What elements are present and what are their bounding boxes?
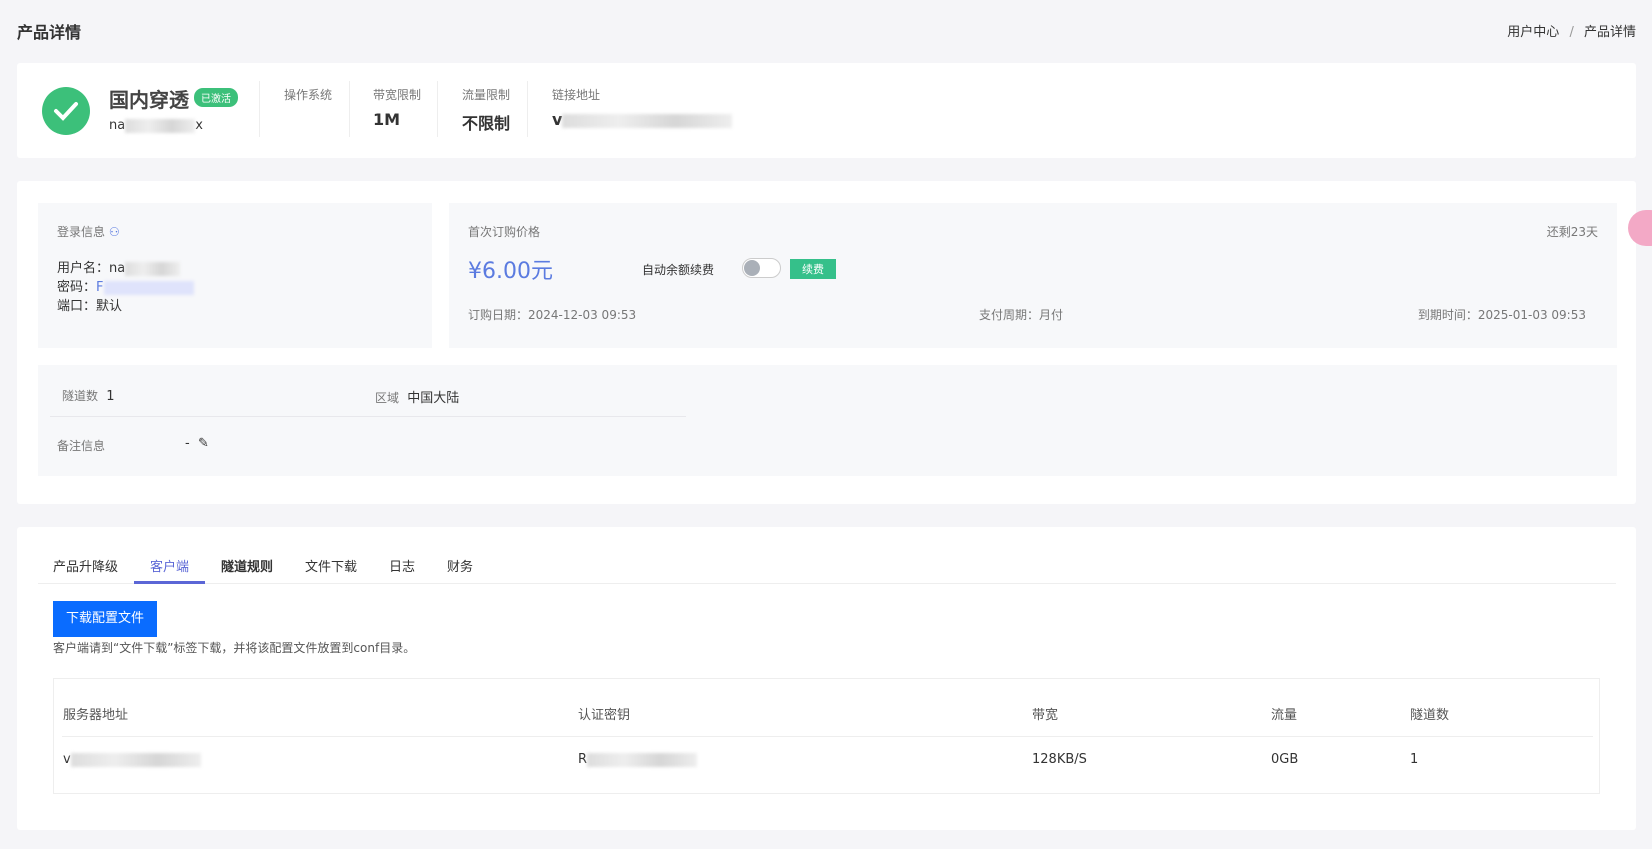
edit-icon[interactable]: ✎ bbox=[198, 436, 209, 451]
tab-log[interactable]: 日志 bbox=[389, 556, 415, 575]
pay-cycle: 支付周期：月付 bbox=[979, 308, 1064, 322]
product-summary-card: 国内穿透 已激活 na x 操作系统 带宽限制 1M 流量限制 不限制 链接地址 … bbox=[17, 63, 1636, 158]
header-server: 服务器地址 bbox=[63, 708, 129, 723]
link-label: 链接地址 bbox=[552, 88, 601, 102]
check-circle-icon bbox=[42, 87, 90, 135]
price-box: 首次订购价格 还剩23天 ¥6.00元 自动余额续费 续费 订购日期：2024-… bbox=[449, 203, 1617, 348]
breadcrumb: 用户中心 / 产品详情 bbox=[1507, 21, 1636, 40]
auto-renew-toggle[interactable] bbox=[742, 258, 781, 278]
cell-bandwidth: 128KB/S bbox=[1032, 752, 1087, 767]
password[interactable]: 密码：F bbox=[57, 276, 194, 295]
status-badge: 已激活 bbox=[194, 88, 238, 107]
tab-client[interactable]: 客户端 bbox=[150, 556, 189, 575]
cell-traffic: 0GB bbox=[1271, 752, 1299, 767]
tab-finance[interactable]: 财务 bbox=[447, 556, 473, 575]
page-title: 产品详情 bbox=[17, 23, 82, 42]
order-date: 订购日期：2024-12-03 09:53 bbox=[468, 308, 637, 322]
remaining-days: 还剩23天 bbox=[1546, 225, 1598, 239]
bandwidth-label: 带宽限制 bbox=[373, 88, 422, 102]
cell-tunnels: 1 bbox=[1410, 752, 1419, 767]
port: 端口：默认 bbox=[57, 299, 123, 314]
header-bandwidth: 带宽 bbox=[1032, 708, 1059, 723]
bandwidth-value: 1M bbox=[373, 110, 401, 129]
header-tunnels: 隧道数 bbox=[1410, 708, 1450, 723]
login-info-box: 登录信息 ⚇ 用户名：na 密码：F 端口：默认 bbox=[38, 203, 432, 348]
region: 区域 中国大陆 bbox=[375, 391, 460, 406]
tab-tunnel-rules[interactable]: 隧道规则 bbox=[221, 556, 273, 575]
username: 用户名：na bbox=[57, 257, 181, 276]
breadcrumb-user-center[interactable]: 用户中心 bbox=[1507, 25, 1559, 40]
note-value: - ✎ bbox=[185, 436, 209, 451]
product-id: na x bbox=[109, 118, 203, 133]
price-title: 首次订购价格 bbox=[468, 225, 541, 239]
toggle-knob bbox=[744, 260, 760, 276]
client-table bbox=[53, 678, 1600, 794]
breadcrumb-current: 产品详情 bbox=[1583, 25, 1636, 40]
note-label: 备注信息 bbox=[57, 439, 106, 453]
os-label: 操作系统 bbox=[284, 88, 333, 102]
client-hint: 客户端请到“文件下载”标签下载，并将该配置文件放置到conf目录。 bbox=[53, 641, 416, 655]
details-card: 登录信息 ⚇ 用户名：na 密码：F 端口：默认 首次订购价格 还剩23天 ¥6… bbox=[17, 181, 1636, 504]
active-tab-underline bbox=[134, 581, 205, 584]
header-key: 认证密钥 bbox=[578, 708, 631, 723]
tab-upgrade[interactable]: 产品升降级 bbox=[53, 556, 118, 575]
tunnel-info-box: 隧道数 1 区域 中国大陆 备注信息 - ✎ bbox=[38, 365, 1617, 476]
user-icon: ⚇ bbox=[108, 225, 120, 239]
traffic-label: 流量限制 bbox=[462, 88, 511, 102]
cell-server: v bbox=[63, 752, 201, 767]
breadcrumb-separator: / bbox=[1569, 25, 1574, 40]
product-name: 国内穿透 bbox=[109, 88, 189, 112]
traffic-value: 不限制 bbox=[462, 114, 511, 133]
link-value: v bbox=[552, 110, 733, 129]
tunnel-count: 隧道数 1 bbox=[62, 389, 115, 404]
cell-key: R bbox=[578, 752, 698, 767]
login-title: 登录信息 ⚇ bbox=[57, 225, 120, 239]
renew-button[interactable]: 续费 bbox=[790, 259, 836, 279]
auto-renew-label: 自动余额续费 bbox=[642, 263, 715, 277]
download-config-button[interactable]: 下载配置文件 bbox=[53, 601, 157, 637]
header-traffic: 流量 bbox=[1271, 708, 1298, 723]
tab-file-download[interactable]: 文件下载 bbox=[305, 556, 357, 575]
price-amount: ¥6.00元 bbox=[468, 259, 553, 284]
expire-time: 到期时间：2025-01-03 09:53 bbox=[1417, 308, 1586, 322]
